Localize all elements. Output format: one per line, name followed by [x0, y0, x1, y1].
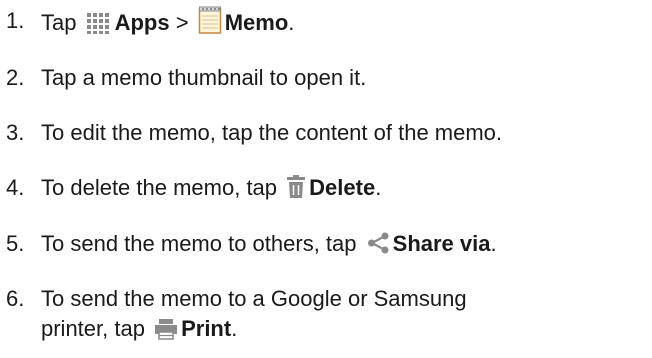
memo-label: Memo [224, 10, 289, 35]
step-number: 3. [6, 120, 25, 145]
step-number: 4. [6, 175, 25, 200]
step-text: Tap Apps > Memo. [41, 6, 294, 42]
trash-icon [286, 175, 306, 207]
step-text-after: . [490, 231, 497, 256]
share-icon [366, 231, 390, 263]
delete-label: Delete [309, 175, 376, 200]
step-number: 5. [6, 231, 25, 256]
step-text-after: . [288, 10, 295, 35]
step-text-before: printer, tap [41, 316, 145, 341]
step-number: 1. [6, 8, 25, 33]
apps-grid-icon [86, 12, 112, 42]
separator: > [175, 10, 189, 35]
step-text-before: To send the memo to others, tap [41, 231, 357, 256]
apps-label: Apps [114, 10, 170, 35]
step-text-before: To delete the memo, tap [41, 175, 278, 200]
step-text: To delete the memo, tap Delete. [41, 173, 381, 207]
printer-icon [154, 318, 178, 348]
share-via-label: Share via [392, 231, 491, 256]
step-text: To edit the memo, tap the content of the… [41, 120, 503, 145]
step-text-after: . [375, 175, 382, 200]
step-text-line-2: printer, tap Print. [41, 314, 467, 348]
step-text: To send the memo to others, tap Share vi… [41, 229, 497, 263]
step-text-before: Tap [41, 10, 77, 35]
step-text: To send the memo to a Google or Samsung … [41, 284, 467, 348]
step-text-line-1: To send the memo to a Google or Samsung [41, 286, 467, 311]
step-number: 6. [6, 286, 25, 311]
memo-notepad-icon [198, 6, 222, 42]
step-text: Tap a memo thumbnail to open it. [41, 65, 367, 90]
step-number: 2. [6, 65, 25, 90]
step-text-after: . [231, 316, 238, 341]
print-label: Print [181, 316, 232, 341]
